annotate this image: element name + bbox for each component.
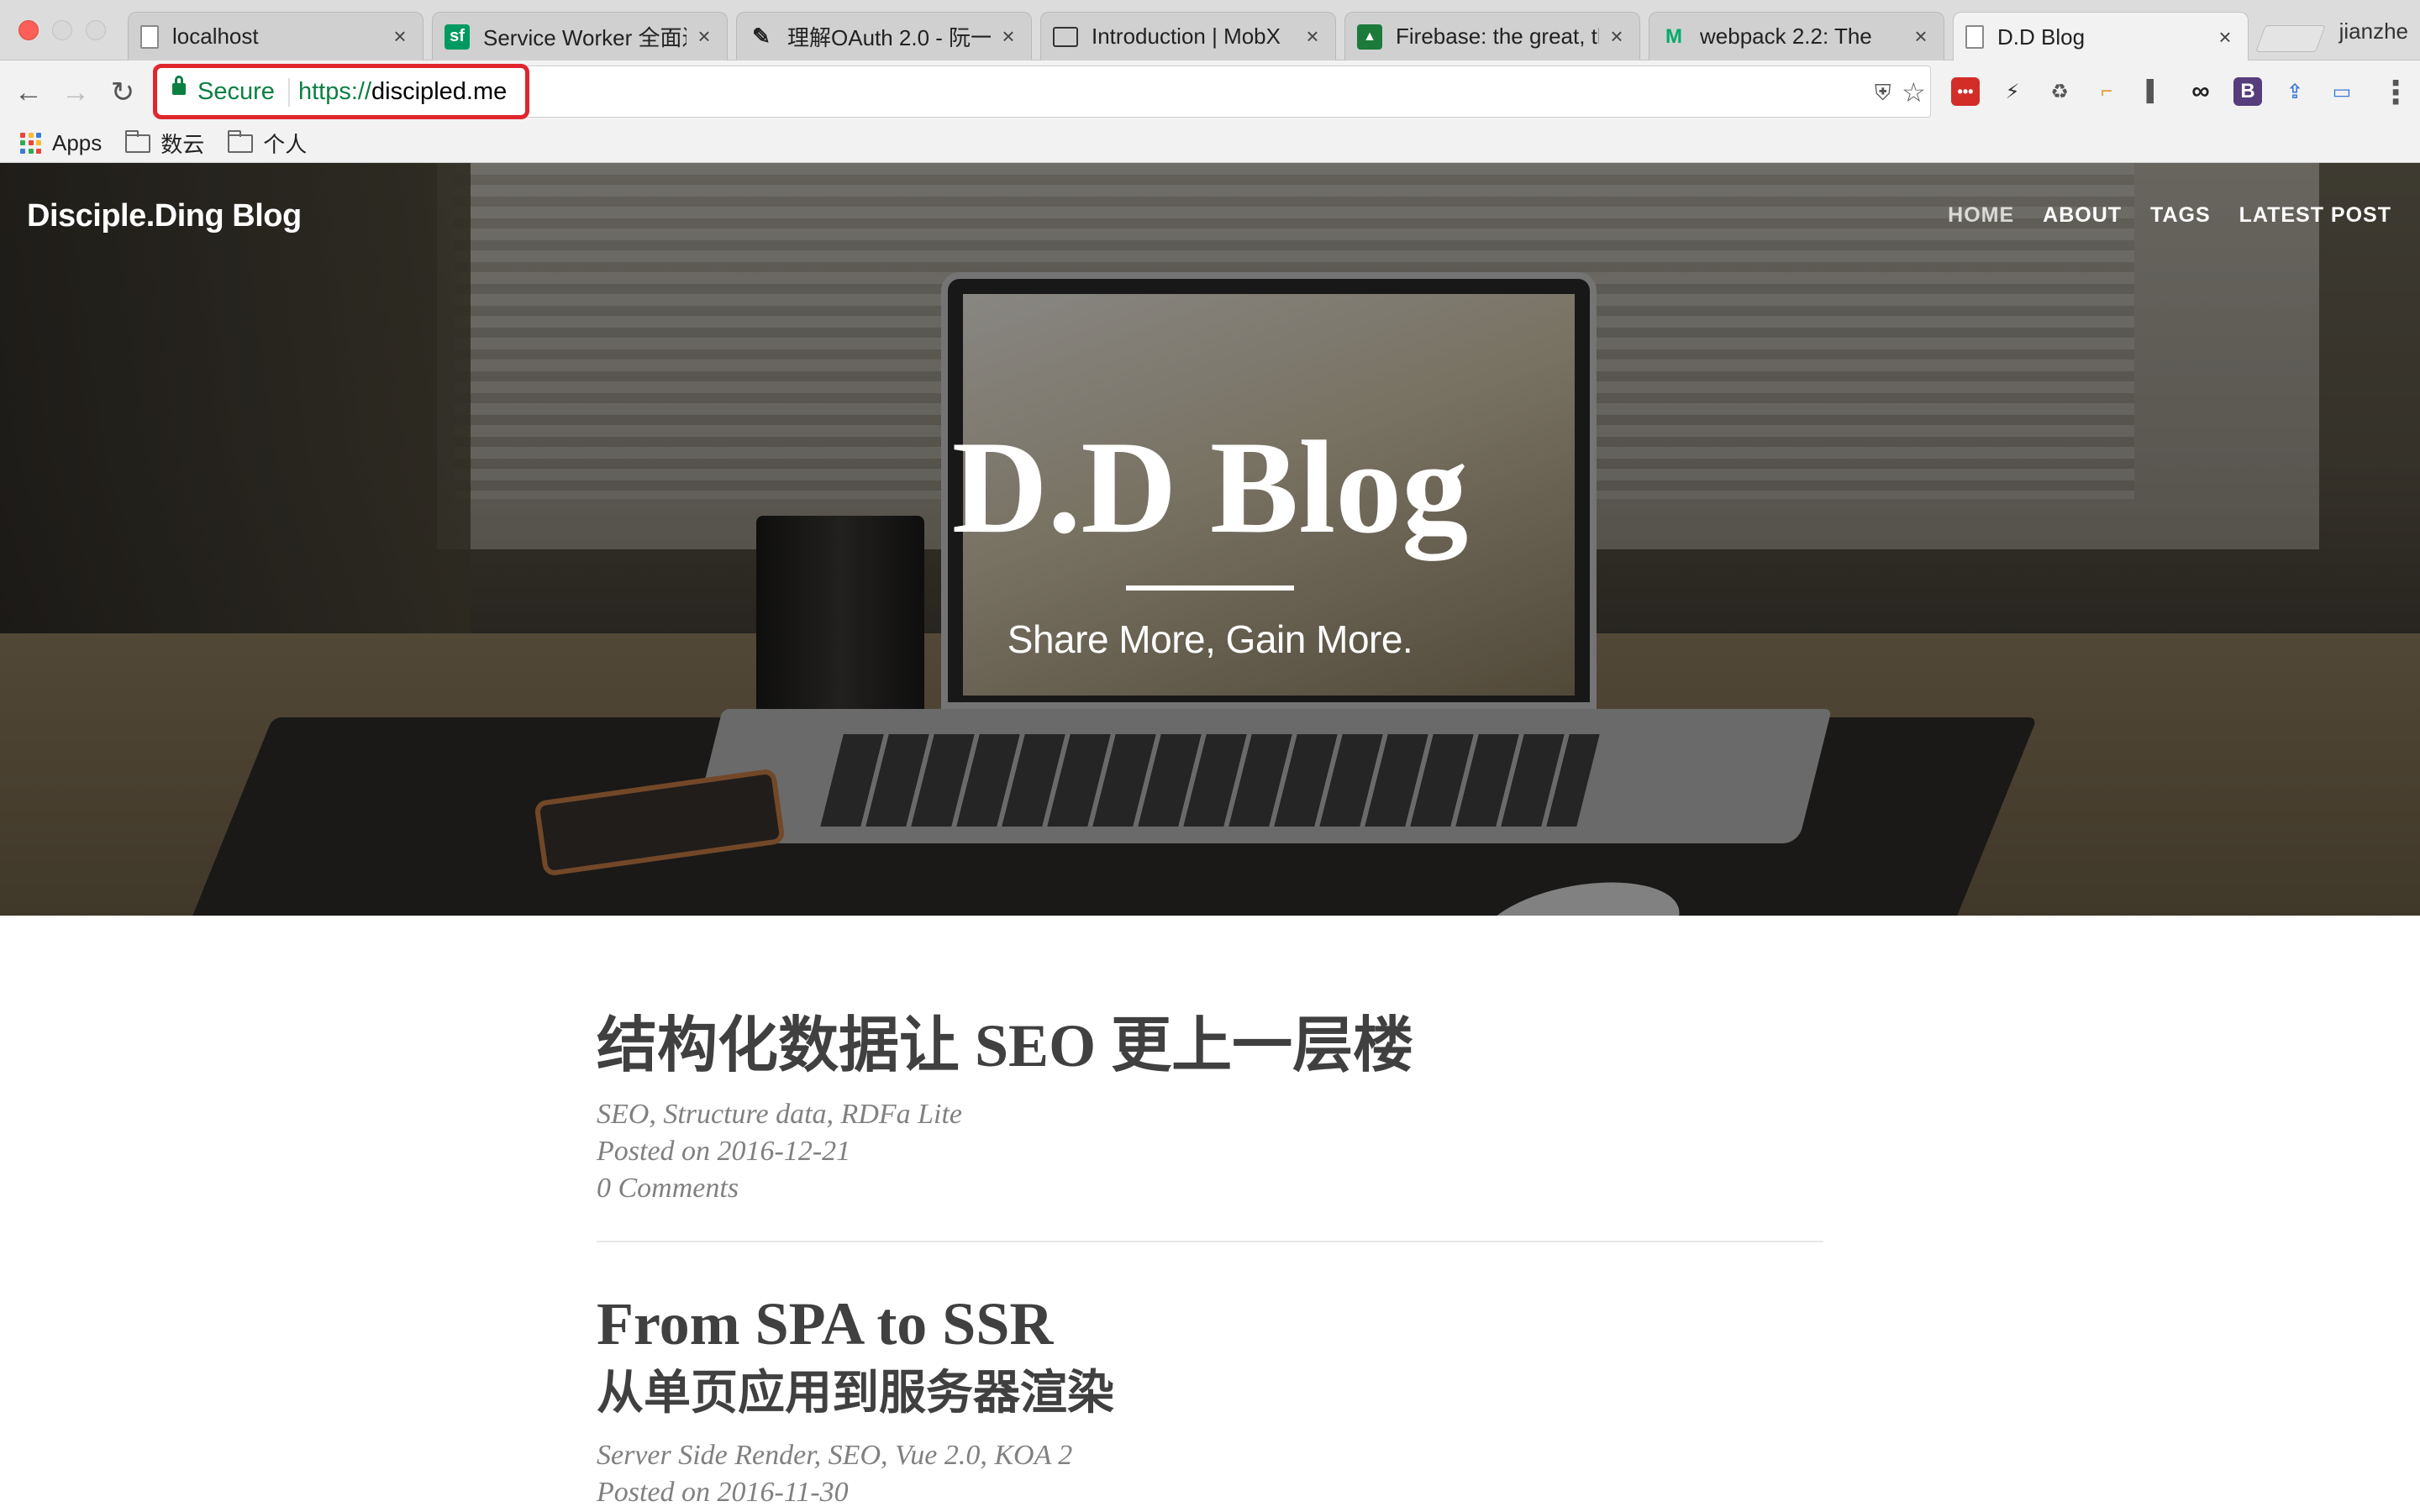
tab-close-icon[interactable]: × <box>389 24 411 50</box>
tab-close-icon[interactable]: × <box>1606 24 1628 50</box>
tab-title: Firebase: the great, the <box>1396 24 1599 49</box>
back-icon[interactable]: ← <box>12 76 45 109</box>
tab-oauth[interactable]: ✎ 理解OAuth 2.0 - 阮一峰 × <box>736 12 1032 60</box>
post-tags: Server Side Render, SEO, Vue 2.0, KOA 2 <box>597 1439 1073 1471</box>
tab-title: D.D Blog <box>1997 24 2086 50</box>
firebase-icon: ▲ <box>1357 24 1382 50</box>
nav-about[interactable]: ABOUT <box>2043 203 2122 228</box>
bookmark-apps[interactable]: Apps <box>20 130 102 156</box>
url-highlight-box <box>153 64 529 119</box>
close-window-button[interactable] <box>18 20 39 40</box>
minimize-window-button[interactable] <box>52 20 72 40</box>
post-subtitle[interactable]: 从单页应用到服务器渲染 <box>597 1366 1823 1422</box>
site-nav: HOME ABOUT TAGS LATEST POST <box>1919 203 2391 228</box>
star-icon[interactable]: ☆ <box>1902 76 1926 108</box>
chrome-menu-icon[interactable]: ⋮ <box>2380 74 2412 112</box>
apps-icon <box>20 132 42 155</box>
browser-toolbar: ← → ↻ Secure https://discipled.me ⛨ ☆ ••… <box>0 60 2420 124</box>
bookmark-folder-shuyun[interactable]: 数云 <box>125 128 204 159</box>
post-date: Posted on 2016-11-30 <box>597 1476 849 1508</box>
reload-icon[interactable]: ↻ <box>106 76 139 109</box>
tab-firebase[interactable]: ▲ Firebase: the great, the × <box>1344 12 1640 60</box>
page-content: Disciple.Ding Blog HOME ABOUT TAGS LATES… <box>0 163 2420 1512</box>
post-title[interactable]: 结构化数据让 SEO 更上一层楼 <box>597 1011 1823 1081</box>
blocked-content-icon[interactable]: ⛨ <box>1875 80 1891 107</box>
tab-title: localhost <box>172 24 259 49</box>
hero-header: Disciple.Ding Blog HOME ABOUT TAGS LATES… <box>0 163 2420 916</box>
tab-close-icon[interactable]: × <box>2214 24 2236 50</box>
doc-icon <box>1965 25 1984 49</box>
tab-close-icon[interactable]: × <box>1302 24 1323 50</box>
hero-subtitle: Share More, Gain More. <box>1007 617 1413 661</box>
post-tags: SEO, Structure data, RDFa Lite <box>597 1098 963 1130</box>
post-title[interactable]: From SPA to SSR <box>597 1289 1823 1359</box>
tab-dd-blog[interactable]: D.D Blog × <box>1953 12 2249 61</box>
lastpass-icon[interactable]: ••• <box>1951 77 1980 106</box>
post-comments[interactable]: 0 Comments <box>597 1170 1823 1207</box>
bookmark-folder-personal[interactable]: 个人 <box>228 128 307 159</box>
folder-ext-icon[interactable]: ▭ <box>2328 77 2356 106</box>
tab-localhost[interactable]: localhost × <box>128 12 424 60</box>
tab-title: Introduction | MobX <box>1092 24 1281 49</box>
folder-icon <box>228 129 254 153</box>
ruler-icon[interactable]: ⌐ <box>2092 77 2121 106</box>
site-brand-link[interactable]: Disciple.Ding Blog <box>27 198 302 234</box>
post-date: Posted on 2016-12-21 <box>597 1135 851 1167</box>
columns-icon[interactable]: ▌ <box>2139 77 2168 106</box>
tab-webpack[interactable]: M webpack 2.2: The × <box>1649 12 1944 60</box>
medium-icon: M <box>1665 24 1682 48</box>
nav-home[interactable]: HOME <box>1948 203 2014 228</box>
tab-mobx[interactable]: Introduction | MobX × <box>1040 12 1336 60</box>
nav-latest-post[interactable]: LATEST POST <box>2239 203 2391 228</box>
segmentfault-icon: sf <box>445 24 470 50</box>
tab-service-worker[interactable]: sf Service Worker 全面进 × <box>432 12 728 60</box>
bolt-icon[interactable]: ⚡ <box>1998 77 2027 106</box>
tab-close-icon[interactable]: × <box>693 24 715 50</box>
bookmarks-bar: Apps 数云 个人 <box>0 124 2420 163</box>
profile-name[interactable]: jianzhe <box>2339 18 2408 45</box>
bookmark-label: 数云 <box>160 132 205 157</box>
post-list: 结构化数据让 SEO 更上一层楼 SEO, Structure data, RD… <box>597 1011 1823 1511</box>
forward-icon[interactable]: → <box>59 76 92 109</box>
tab-title: Service Worker 全面进 <box>483 25 687 50</box>
doc-icon <box>140 24 159 49</box>
upload-icon[interactable]: ⇪ <box>2281 77 2309 106</box>
ruanyifeng-icon: ✎ <box>752 24 771 50</box>
bootstrap-icon[interactable]: B <box>2233 77 2262 106</box>
post-preview[interactable]: 结构化数据让 SEO 更上一层楼 SEO, Structure data, RD… <box>597 1011 1823 1207</box>
tab-close-icon[interactable]: × <box>1910 24 1932 50</box>
glasses-icon[interactable]: ∞ <box>2186 77 2215 106</box>
hero-divider <box>1126 585 1294 591</box>
bookmark-label: 个人 <box>263 132 308 157</box>
hero-title: D.D Blog <box>951 414 1469 561</box>
maximize-window-button[interactable] <box>86 20 106 40</box>
folder-icon <box>125 129 151 153</box>
post-divider <box>597 1240 1823 1242</box>
bookmark-label: Apps <box>52 130 103 155</box>
post-preview[interactable]: From SPA to SSR 从单页应用到服务器渲染 Server Side … <box>597 1289 1823 1511</box>
book-icon <box>1053 26 1078 47</box>
recycle-icon[interactable]: ♻ <box>2045 77 2074 106</box>
tab-title: webpack 2.2: The <box>1700 24 1872 49</box>
tab-strip: localhost × sf Service Worker 全面进 × ✎ 理解… <box>0 0 2420 61</box>
new-tab-button[interactable] <box>2255 25 2326 52</box>
tab-close-icon[interactable]: × <box>997 24 1019 50</box>
nav-tags[interactable]: TAGS <box>2150 203 2211 228</box>
tab-title: 理解OAuth 2.0 - 阮一峰 <box>787 25 991 50</box>
